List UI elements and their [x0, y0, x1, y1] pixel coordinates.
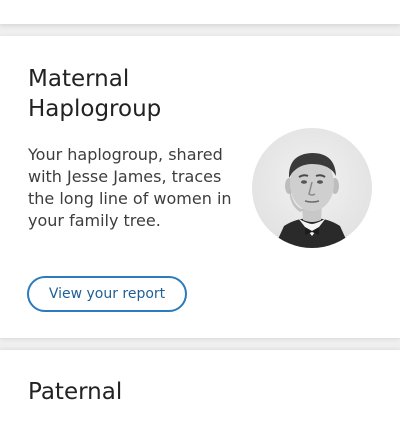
previous-card [0, 0, 400, 24]
jesse-james-portrait [252, 128, 372, 248]
paternal-haplogroup-card: Paternal [0, 350, 400, 430]
desc-line-2: with Jesse James, traces [28, 167, 222, 186]
view-report-button[interactable]: View your report [27, 276, 187, 312]
desc-line-4: your family tree. [28, 211, 161, 230]
card-title: Maternal Haplogroup [28, 64, 248, 124]
desc-line-1: Your haplogroup, shared [28, 145, 223, 164]
card-title-line-2: Haplogroup [28, 96, 162, 122]
card-description: Your haplogroup, shared with Jesse James… [28, 144, 253, 232]
card-title-line-1: Maternal [28, 66, 130, 92]
maternal-haplogroup-card: Maternal Haplogroup Your haplogroup, sha… [0, 36, 400, 338]
desc-line-3: the long line of women in [28, 189, 232, 208]
portrait-illustration [274, 153, 350, 248]
paternal-card-title: Paternal [28, 379, 123, 405]
